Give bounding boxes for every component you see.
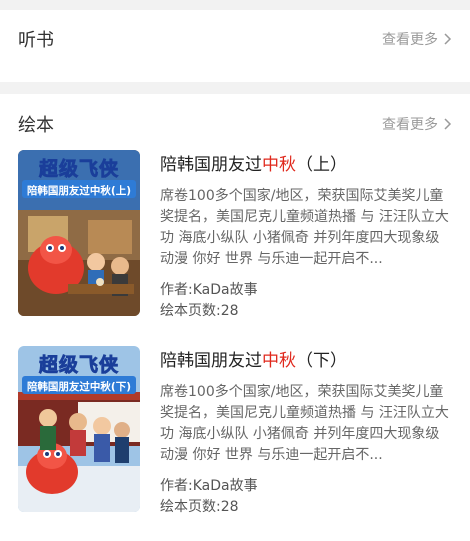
- cover-logo: 超级飞侠: [38, 354, 119, 377]
- chevron-right-icon: [444, 118, 452, 130]
- top-divider: [0, 0, 470, 10]
- book-pages: 绘本页数:28: [160, 303, 239, 319]
- listen-section: 听书 查看更多: [0, 10, 470, 82]
- book-title-highlight: 中秋: [262, 155, 296, 175]
- book-title[interactable]: 陪韩国朋友过中秋（上）: [160, 154, 452, 176]
- book-title-part: （上）: [296, 155, 347, 175]
- cover-logo-wrap: 超级飞侠: [18, 350, 140, 377]
- book-title[interactable]: 陪韩国朋友过中秋（下）: [160, 350, 452, 372]
- book-cover[interactable]: 超级飞侠 陪韩国朋友过中秋(下): [18, 346, 140, 512]
- cover-subtitle: 陪韩国朋友过中秋(下): [26, 381, 132, 393]
- book-title-part: 陪韩国朋友过: [160, 155, 262, 175]
- chevron-right-icon: [444, 33, 452, 45]
- listen-more-link[interactable]: 查看更多: [382, 29, 452, 49]
- book-author: 作者:KaDa故事: [160, 478, 258, 494]
- book-info: 陪韩国朋友过中秋（下） 席卷100多个国家/地区，荣获国际艾美奖儿童奖提名，美国…: [160, 346, 452, 518]
- book-description: 席卷100多个国家/地区，荣获国际艾美奖儿童奖提名，美国尼克儿童频道热播 与 汪…: [160, 384, 449, 463]
- cover-subtitle: 陪韩国朋友过中秋(上): [26, 185, 132, 197]
- cover-subtitle-bar: 陪韩国朋友过中秋(下): [22, 376, 136, 394]
- book-description: 席卷100多个国家/地区，荣获国际艾美奖儿童奖提名，美国尼克儿童频道热播 与 汪…: [160, 188, 449, 267]
- picture-book-section: 绘本 查看更多 超级飞侠 陪韩国朋友过中秋(上) 陪韩国朋友过中秋（上） 席卷1…: [0, 94, 470, 518]
- cover-logo: 超级飞侠: [38, 158, 119, 181]
- section-divider: [0, 82, 470, 94]
- book-item[interactable]: 超级飞侠 陪韩国朋友过中秋(上) 陪韩国朋友过中秋（上） 席卷100多个国家/地…: [0, 150, 470, 322]
- picture-book-more-link[interactable]: 查看更多: [382, 114, 452, 134]
- book-title-part: 陪韩国朋友过: [160, 351, 262, 371]
- cover-subtitle-bar: 陪韩国朋友过中秋(上): [22, 180, 136, 198]
- book-author: 作者:KaDa故事: [160, 282, 258, 298]
- book-pages: 绘本页数:28: [160, 499, 239, 515]
- book-item[interactable]: 超级飞侠 陪韩国朋友过中秋(下) 陪韩国朋友过中秋（下） 席卷100多个国家/地…: [0, 346, 470, 518]
- cover-logo-wrap: 超级飞侠: [18, 154, 140, 181]
- more-label: 查看更多: [382, 32, 438, 48]
- picture-book-section-title: 绘本: [18, 115, 54, 136]
- book-info: 陪韩国朋友过中秋（上） 席卷100多个国家/地区，荣获国际艾美奖儿童奖提名，美国…: [160, 150, 452, 322]
- book-cover[interactable]: 超级飞侠 陪韩国朋友过中秋(上): [18, 150, 140, 316]
- listen-section-title: 听书: [18, 30, 54, 51]
- more-label: 查看更多: [382, 117, 438, 133]
- book-title-part: （下）: [296, 351, 347, 371]
- book-title-highlight: 中秋: [262, 351, 296, 371]
